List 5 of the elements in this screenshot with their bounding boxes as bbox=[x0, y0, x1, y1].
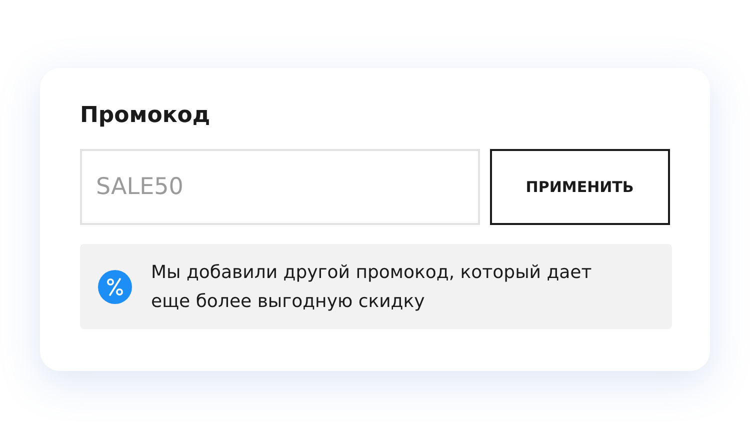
percent-icon bbox=[98, 270, 132, 304]
promo-title: Промокод bbox=[80, 102, 212, 130]
notice-text: Мы добавили другой промокод, который дает еще более выгодную скидку bbox=[151, 260, 593, 314]
apply-button[interactable]: ПРИМЕНИТЬ bbox=[490, 149, 670, 225]
promo-code-field[interactable]: SALE50 bbox=[80, 149, 480, 225]
